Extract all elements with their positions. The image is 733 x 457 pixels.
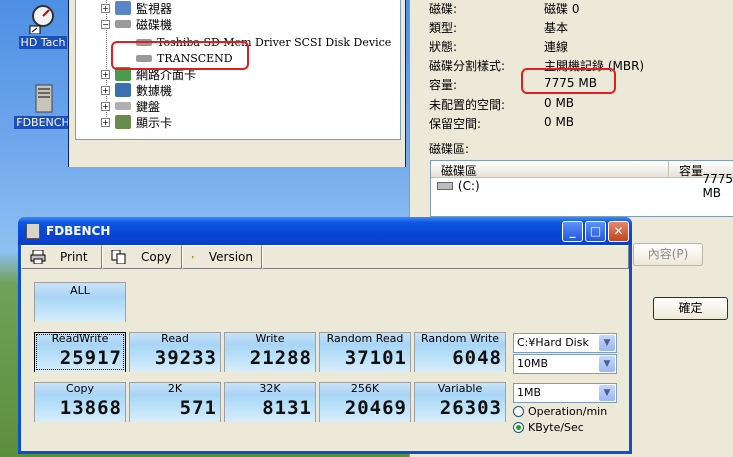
bench-variable[interactable]: Variable 26303 — [414, 382, 506, 422]
block-size-select[interactable]: 1MB ▼ — [513, 383, 617, 403]
close-button[interactable]: ✕ — [608, 221, 629, 242]
tree-item-display-adapters[interactable]: + 顯示卡 — [101, 114, 172, 130]
expand-icon[interactable]: + — [101, 85, 110, 95]
volumes-label: 磁碟區: — [429, 142, 470, 156]
bench-read[interactable]: Read 39233 — [129, 332, 221, 372]
expand-icon[interactable]: + — [101, 3, 110, 13]
version-button[interactable]: ? Version — [182, 245, 262, 269]
volume-row[interactable]: (C:) 7775 MB — [431, 172, 733, 200]
bench-256k[interactable]: 256K 20469 — [319, 382, 411, 422]
device-tree: + 監視器 − 磁碟機 Toshiba SD Mem Driver SCSI D… — [75, 0, 401, 140]
fdbench-window: FDBENCH _ □ ✕ Print Copy ? Version ALL R… — [18, 217, 632, 454]
drive-icon — [437, 182, 453, 190]
bench-random-write[interactable]: Random Write 6048 — [414, 332, 506, 372]
expand-icon[interactable]: + — [101, 101, 110, 111]
collapse-icon[interactable]: − — [101, 19, 110, 29]
chevron-down-icon[interactable]: ▼ — [599, 356, 615, 372]
prop-type: 類型: 基本 — [429, 21, 569, 35]
volume-list[interactable]: 磁碟區 容量 (C:) 7775 MB — [430, 160, 733, 217]
fdbench-icon — [28, 84, 58, 114]
display-adapter-icon — [115, 115, 131, 129]
device-manager-window: + 監視器 − 磁碟機 Toshiba SD Mem Driver SCSI D… — [68, 0, 406, 167]
tree-item-modems[interactable]: + 數據機 — [101, 82, 172, 98]
desktop-icon-label: HD Tach — [18, 36, 68, 49]
radio-kbyte-per-sec[interactable]: KByte/Sec — [513, 421, 584, 434]
annotation-box — [521, 68, 616, 94]
bench-32k[interactable]: 32K 8131 — [224, 382, 316, 422]
prop-unallocated: 未配置的空間: 0 MB — [429, 96, 575, 112]
prop-status: 狀態: 連線 — [429, 40, 569, 54]
annotation-box — [111, 41, 249, 70]
svg-text:?: ? — [192, 255, 194, 259]
print-button[interactable]: Print — [21, 245, 102, 269]
radio-checked-icon — [513, 422, 524, 433]
toolbar: Print Copy ? Version — [21, 245, 629, 269]
help-question-icon: ? — [192, 255, 194, 259]
chevron-down-icon[interactable]: ▼ — [599, 385, 615, 401]
properties-button[interactable]: 內容(P) — [633, 243, 703, 266]
copy-button[interactable]: Copy — [102, 245, 182, 269]
maximize-button[interactable]: □ — [585, 221, 606, 242]
chevron-down-icon[interactable]: ▼ — [599, 335, 615, 351]
minimize-button[interactable]: _ — [562, 221, 583, 242]
bench-write[interactable]: Write 21288 — [224, 332, 316, 372]
tree-item-disk-drives[interactable]: − 磁碟機 — [101, 16, 172, 32]
monitor-icon — [115, 1, 131, 15]
desktop-icon-label: FDBENCH — [14, 116, 72, 129]
copy-icon — [111, 250, 126, 264]
disk-drive-icon — [115, 20, 131, 28]
radio-icon — [513, 406, 524, 417]
test-size-select[interactable]: 10MB ▼ — [513, 354, 617, 374]
window-title: FDBENCH — [46, 224, 111, 238]
drive-select[interactable]: C:¥Hard Disk ▼ — [513, 333, 617, 353]
bench-random-read[interactable]: Random Read 37101 — [319, 332, 411, 372]
desktop-icon-hdtach[interactable]: HD Tach — [13, 4, 73, 49]
keyboard-icon — [115, 102, 131, 110]
bench-readwrite[interactable]: ReadWrite 25917 — [34, 332, 126, 372]
expand-icon[interactable]: + — [101, 69, 110, 79]
expand-icon[interactable]: + — [101, 117, 110, 127]
prop-disk: 磁碟: 磁碟 0 — [429, 2, 580, 16]
tree-item-keyboards[interactable]: + 鍵盤 — [101, 98, 160, 114]
all-button[interactable]: ALL — [34, 282, 126, 322]
bench-2k[interactable]: 2K 571 — [129, 382, 221, 422]
column-header-volume[interactable]: 磁碟區 — [431, 161, 669, 178]
fdbench-icon — [26, 223, 40, 239]
prop-reserved: 保留空間: 0 MB — [429, 115, 575, 131]
printer-icon — [30, 250, 46, 264]
title-bar[interactable]: FDBENCH _ □ ✕ — [18, 217, 632, 245]
tree-item-monitors[interactable]: + 監視器 — [101, 0, 172, 16]
radio-operation-per-min[interactable]: Operation/min — [513, 405, 607, 418]
hdtach-icon — [28, 4, 58, 35]
desktop-icon-fdbench[interactable]: FDBENCH — [13, 84, 73, 129]
bench-copy[interactable]: Copy 13868 — [34, 382, 126, 422]
modem-icon — [115, 83, 131, 97]
ok-button[interactable]: 確定 — [653, 297, 728, 320]
